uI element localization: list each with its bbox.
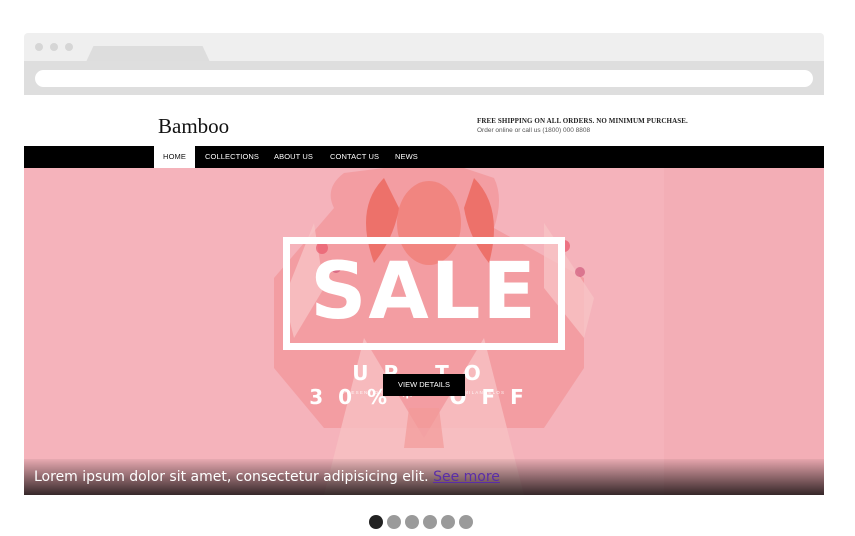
main-nav: HOME COLLECTIONS ABOUT US CONTACT US NEW…	[24, 146, 824, 168]
see-more-link[interactable]: See more	[433, 469, 500, 485]
hero-slide: SALE UP TO 30%* OFF PRESENT DAPIBUS ... …	[24, 168, 824, 495]
address-bar	[35, 70, 813, 87]
nav-item-collections[interactable]: COLLECTIONS	[205, 146, 259, 168]
browser-titlebar	[24, 33, 824, 62]
shipping-promo: FREE SHIPPING ON ALL ORDERS. NO MINIMUM …	[477, 117, 688, 125]
window-dot-icon	[35, 43, 43, 51]
carousel-dot-3[interactable]	[405, 515, 419, 529]
nav-item-home[interactable]: HOME	[154, 146, 195, 168]
site-logo: Bamboo	[158, 114, 230, 138]
carousel-dot-5[interactable]	[441, 515, 455, 529]
sale-heading: SALE	[310, 247, 538, 337]
window-dot-icon	[50, 43, 58, 51]
carousel-dot-1[interactable]	[369, 515, 383, 529]
caption-text-row: Lorem ipsum dolor sit amet, consectetur …	[34, 469, 500, 485]
carousel-indicators	[369, 515, 473, 529]
slide-caption: Lorem ipsum dolor sit amet, consectetur …	[24, 459, 824, 495]
browser-window-mockup: Bamboo FREE SHIPPING ON ALL ORDERS. NO M…	[24, 33, 824, 495]
nav-item-contact-us[interactable]: CONTACT US	[330, 146, 379, 168]
site-header: Bamboo FREE SHIPPING ON ALL ORDERS. NO M…	[24, 95, 824, 147]
nav-item-news[interactable]: NEWS	[395, 146, 418, 168]
website: Bamboo FREE SHIPPING ON ALL ORDERS. NO M…	[24, 95, 824, 495]
view-details-button[interactable]: VIEW DETAILS	[383, 374, 465, 396]
carousel-dot-4[interactable]	[423, 515, 437, 529]
browser-tab	[86, 46, 210, 62]
caption-text: Lorem ipsum dolor sit amet, consectetur …	[34, 469, 429, 485]
contact-phone: Order online or call us (1800) 000 8808	[477, 127, 591, 134]
window-dot-icon	[65, 43, 73, 51]
carousel-dot-6[interactable]	[459, 515, 473, 529]
nav-item-about-us[interactable]: ABOUT US	[274, 146, 313, 168]
carousel-dot-2[interactable]	[387, 515, 401, 529]
promo-info: FREE SHIPPING ON ALL ORDERS. NO MINIMUM …	[477, 117, 688, 134]
browser-toolbar	[24, 61, 824, 95]
